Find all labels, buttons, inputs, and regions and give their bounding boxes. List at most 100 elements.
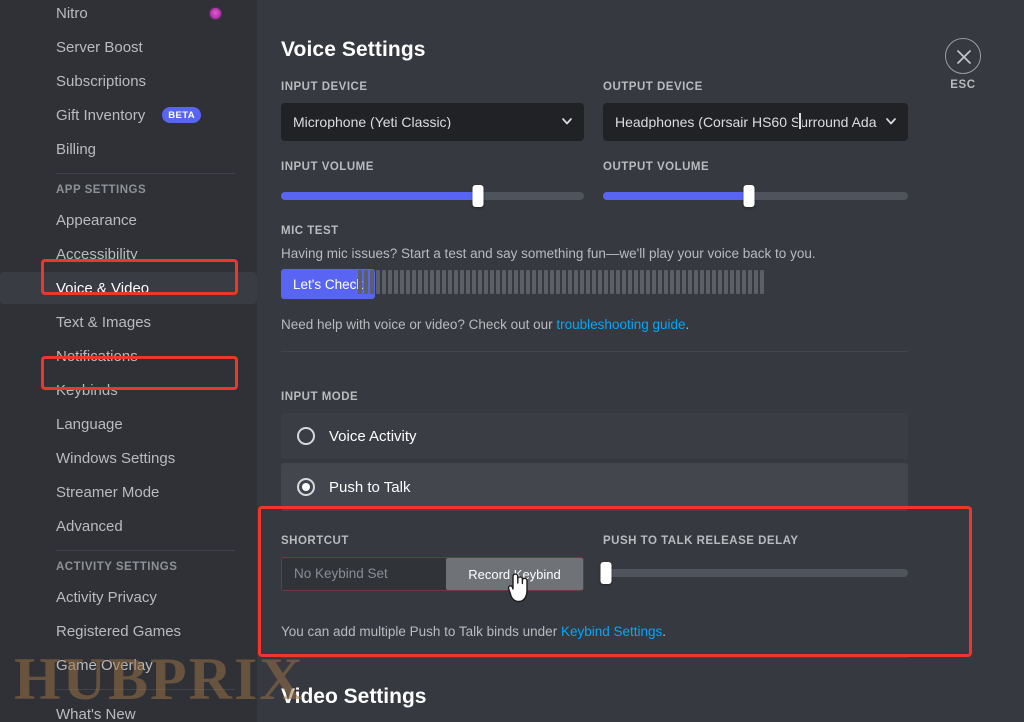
mic-level-bar bbox=[544, 270, 548, 294]
shortcut-input[interactable]: No Keybind Set Record Keybind bbox=[281, 557, 584, 591]
mic-level-bar bbox=[472, 270, 476, 294]
mic-test-level-meter bbox=[358, 270, 764, 294]
mic-level-bar bbox=[742, 270, 746, 294]
mic-level-bar bbox=[754, 270, 758, 294]
mic-level-bar bbox=[694, 270, 698, 294]
input-mode-option-voice-activity[interactable]: Voice Activity bbox=[281, 413, 908, 459]
slider-track bbox=[603, 569, 908, 577]
mic-level-bar bbox=[760, 270, 764, 294]
mic-level-bar bbox=[532, 270, 536, 294]
mic-level-bar bbox=[430, 270, 434, 294]
sidebar-item-what-s-new[interactable]: What's New bbox=[0, 698, 257, 722]
sidebar-item-nitro[interactable]: Nitro bbox=[0, 0, 257, 29]
sidebar-item-label: Streamer Mode bbox=[56, 483, 160, 501]
sidebar-item-voice-video[interactable]: Voice & Video bbox=[0, 272, 257, 304]
mic-level-bar bbox=[700, 270, 704, 294]
mic-level-bar bbox=[388, 270, 392, 294]
mic-level-bar bbox=[550, 270, 554, 294]
mic-level-bar bbox=[526, 270, 530, 294]
sidebar-item-advanced[interactable]: Advanced bbox=[0, 510, 257, 542]
mic-test-description: Having mic issues? Start a test and say … bbox=[281, 246, 816, 261]
sidebar-item-keybinds[interactable]: Keybinds bbox=[0, 374, 257, 406]
record-keybind-button[interactable]: Record Keybind bbox=[446, 558, 583, 590]
sidebar-item-label: Voice & Video bbox=[56, 279, 150, 297]
slider-thumb[interactable] bbox=[472, 185, 484, 207]
sidebar-item-game-overlay[interactable]: Game Overlay bbox=[0, 649, 257, 681]
radio-icon-selected[interactable] bbox=[297, 478, 315, 496]
beta-badge: BETA bbox=[162, 107, 201, 123]
mic-level-bar bbox=[580, 270, 584, 294]
close-icon[interactable] bbox=[945, 38, 981, 74]
output-volume-slider[interactable] bbox=[603, 185, 908, 207]
mic-level-bar bbox=[406, 270, 410, 294]
output-device-select[interactable]: Headphones (Corsair HS60 Surround Ada bbox=[603, 103, 908, 141]
radio-icon[interactable] bbox=[297, 427, 315, 445]
mic-level-bar bbox=[670, 270, 674, 294]
input-volume-slider[interactable] bbox=[281, 185, 584, 207]
output-device-label: OUTPUT DEVICE bbox=[603, 81, 703, 93]
mic-level-bar bbox=[460, 270, 464, 294]
sidebar-item-activity-privacy[interactable]: Activity Privacy bbox=[0, 581, 257, 613]
voice-help-text: Need help with voice or video? Check out… bbox=[281, 316, 689, 334]
mic-level-bar bbox=[706, 270, 710, 294]
slider-thumb[interactable] bbox=[600, 562, 612, 584]
mic-level-bar bbox=[718, 270, 722, 294]
mic-level-bar bbox=[466, 270, 470, 294]
sidebar-item-subscriptions[interactable]: Subscriptions bbox=[0, 65, 257, 97]
mic-level-bar bbox=[658, 270, 662, 294]
keybind-settings-link[interactable]: Keybind Settings bbox=[561, 624, 662, 639]
mic-level-bar bbox=[562, 270, 566, 294]
sidebar-item-label: Notifications bbox=[56, 347, 138, 365]
mic-level-bar bbox=[568, 270, 572, 294]
sidebar-item-windows-settings[interactable]: Windows Settings bbox=[0, 442, 257, 474]
sidebar-item-streamer-mode[interactable]: Streamer Mode bbox=[0, 476, 257, 508]
sidebar-item-label: Windows Settings bbox=[56, 449, 176, 467]
sidebar-item-appearance[interactable]: Appearance bbox=[0, 204, 257, 236]
mic-level-bar bbox=[484, 270, 488, 294]
sidebar-item-text-images[interactable]: Text & Images bbox=[0, 306, 257, 338]
sidebar-item-label: Text & Images bbox=[56, 313, 152, 331]
mic-level-bar bbox=[610, 270, 614, 294]
ptt-note-after: . bbox=[662, 624, 667, 639]
shortcut-placeholder: No Keybind Set bbox=[294, 566, 388, 582]
ptt-release-delay-slider[interactable] bbox=[600, 562, 908, 584]
chevron-down-icon bbox=[884, 114, 898, 131]
sidebar-section-app-settings: APP SETTINGS bbox=[56, 184, 147, 196]
slider-fill bbox=[603, 192, 750, 200]
mic-level-bar bbox=[640, 270, 644, 294]
sidebar-item-registered-games[interactable]: Registered Games bbox=[0, 615, 257, 647]
sidebar-item-label: Nitro bbox=[56, 4, 88, 22]
voice-help-text-after: . bbox=[685, 317, 690, 332]
mic-level-bar bbox=[634, 270, 638, 294]
mic-level-bar bbox=[418, 270, 422, 294]
voice-help-text-before: Need help with voice or video? Check out… bbox=[281, 317, 557, 332]
sidebar-item-billing[interactable]: Billing bbox=[0, 133, 257, 165]
mic-level-bar bbox=[382, 270, 386, 294]
troubleshooting-guide-link[interactable]: troubleshooting guide bbox=[556, 317, 685, 332]
voice-settings-panel: Voice Settings ESC INPUT DEVICE Micropho… bbox=[257, 0, 1024, 722]
slider-thumb[interactable] bbox=[743, 185, 755, 207]
mic-level-bar bbox=[628, 270, 632, 294]
input-device-label: INPUT DEVICE bbox=[281, 81, 368, 93]
sidebar-item-language[interactable]: Language bbox=[0, 408, 257, 440]
mic-level-bar bbox=[520, 270, 524, 294]
mic-level-bar bbox=[424, 270, 428, 294]
sidebar-divider bbox=[56, 550, 235, 551]
sidebar-item-label: Server Boost bbox=[56, 38, 143, 56]
input-mode-option-push-to-talk[interactable]: Push to Talk bbox=[281, 463, 908, 511]
mic-level-bar bbox=[724, 270, 728, 294]
sidebar-item-gift-inventory[interactable]: Gift Inventory BETA bbox=[0, 99, 257, 131]
sidebar-item-notifications[interactable]: Notifications bbox=[0, 340, 257, 372]
mic-level-bar bbox=[730, 270, 734, 294]
sidebar-item-server-boost[interactable]: Server Boost bbox=[0, 31, 257, 63]
esc-label: ESC bbox=[950, 79, 976, 91]
output-device-value: Headphones (Corsair HS60 Surround Ada bbox=[615, 115, 877, 129]
mic-level-bar bbox=[646, 270, 650, 294]
input-mode-label: INPUT MODE bbox=[281, 391, 359, 403]
close-settings-button[interactable]: ESC bbox=[942, 38, 984, 91]
input-device-select[interactable]: Microphone (Yeti Classic) bbox=[281, 103, 584, 141]
mic-level-bar bbox=[496, 270, 500, 294]
mic-level-bar bbox=[616, 270, 620, 294]
mic-level-bar bbox=[502, 270, 506, 294]
sidebar-item-accessibility[interactable]: Accessibility bbox=[0, 238, 257, 270]
